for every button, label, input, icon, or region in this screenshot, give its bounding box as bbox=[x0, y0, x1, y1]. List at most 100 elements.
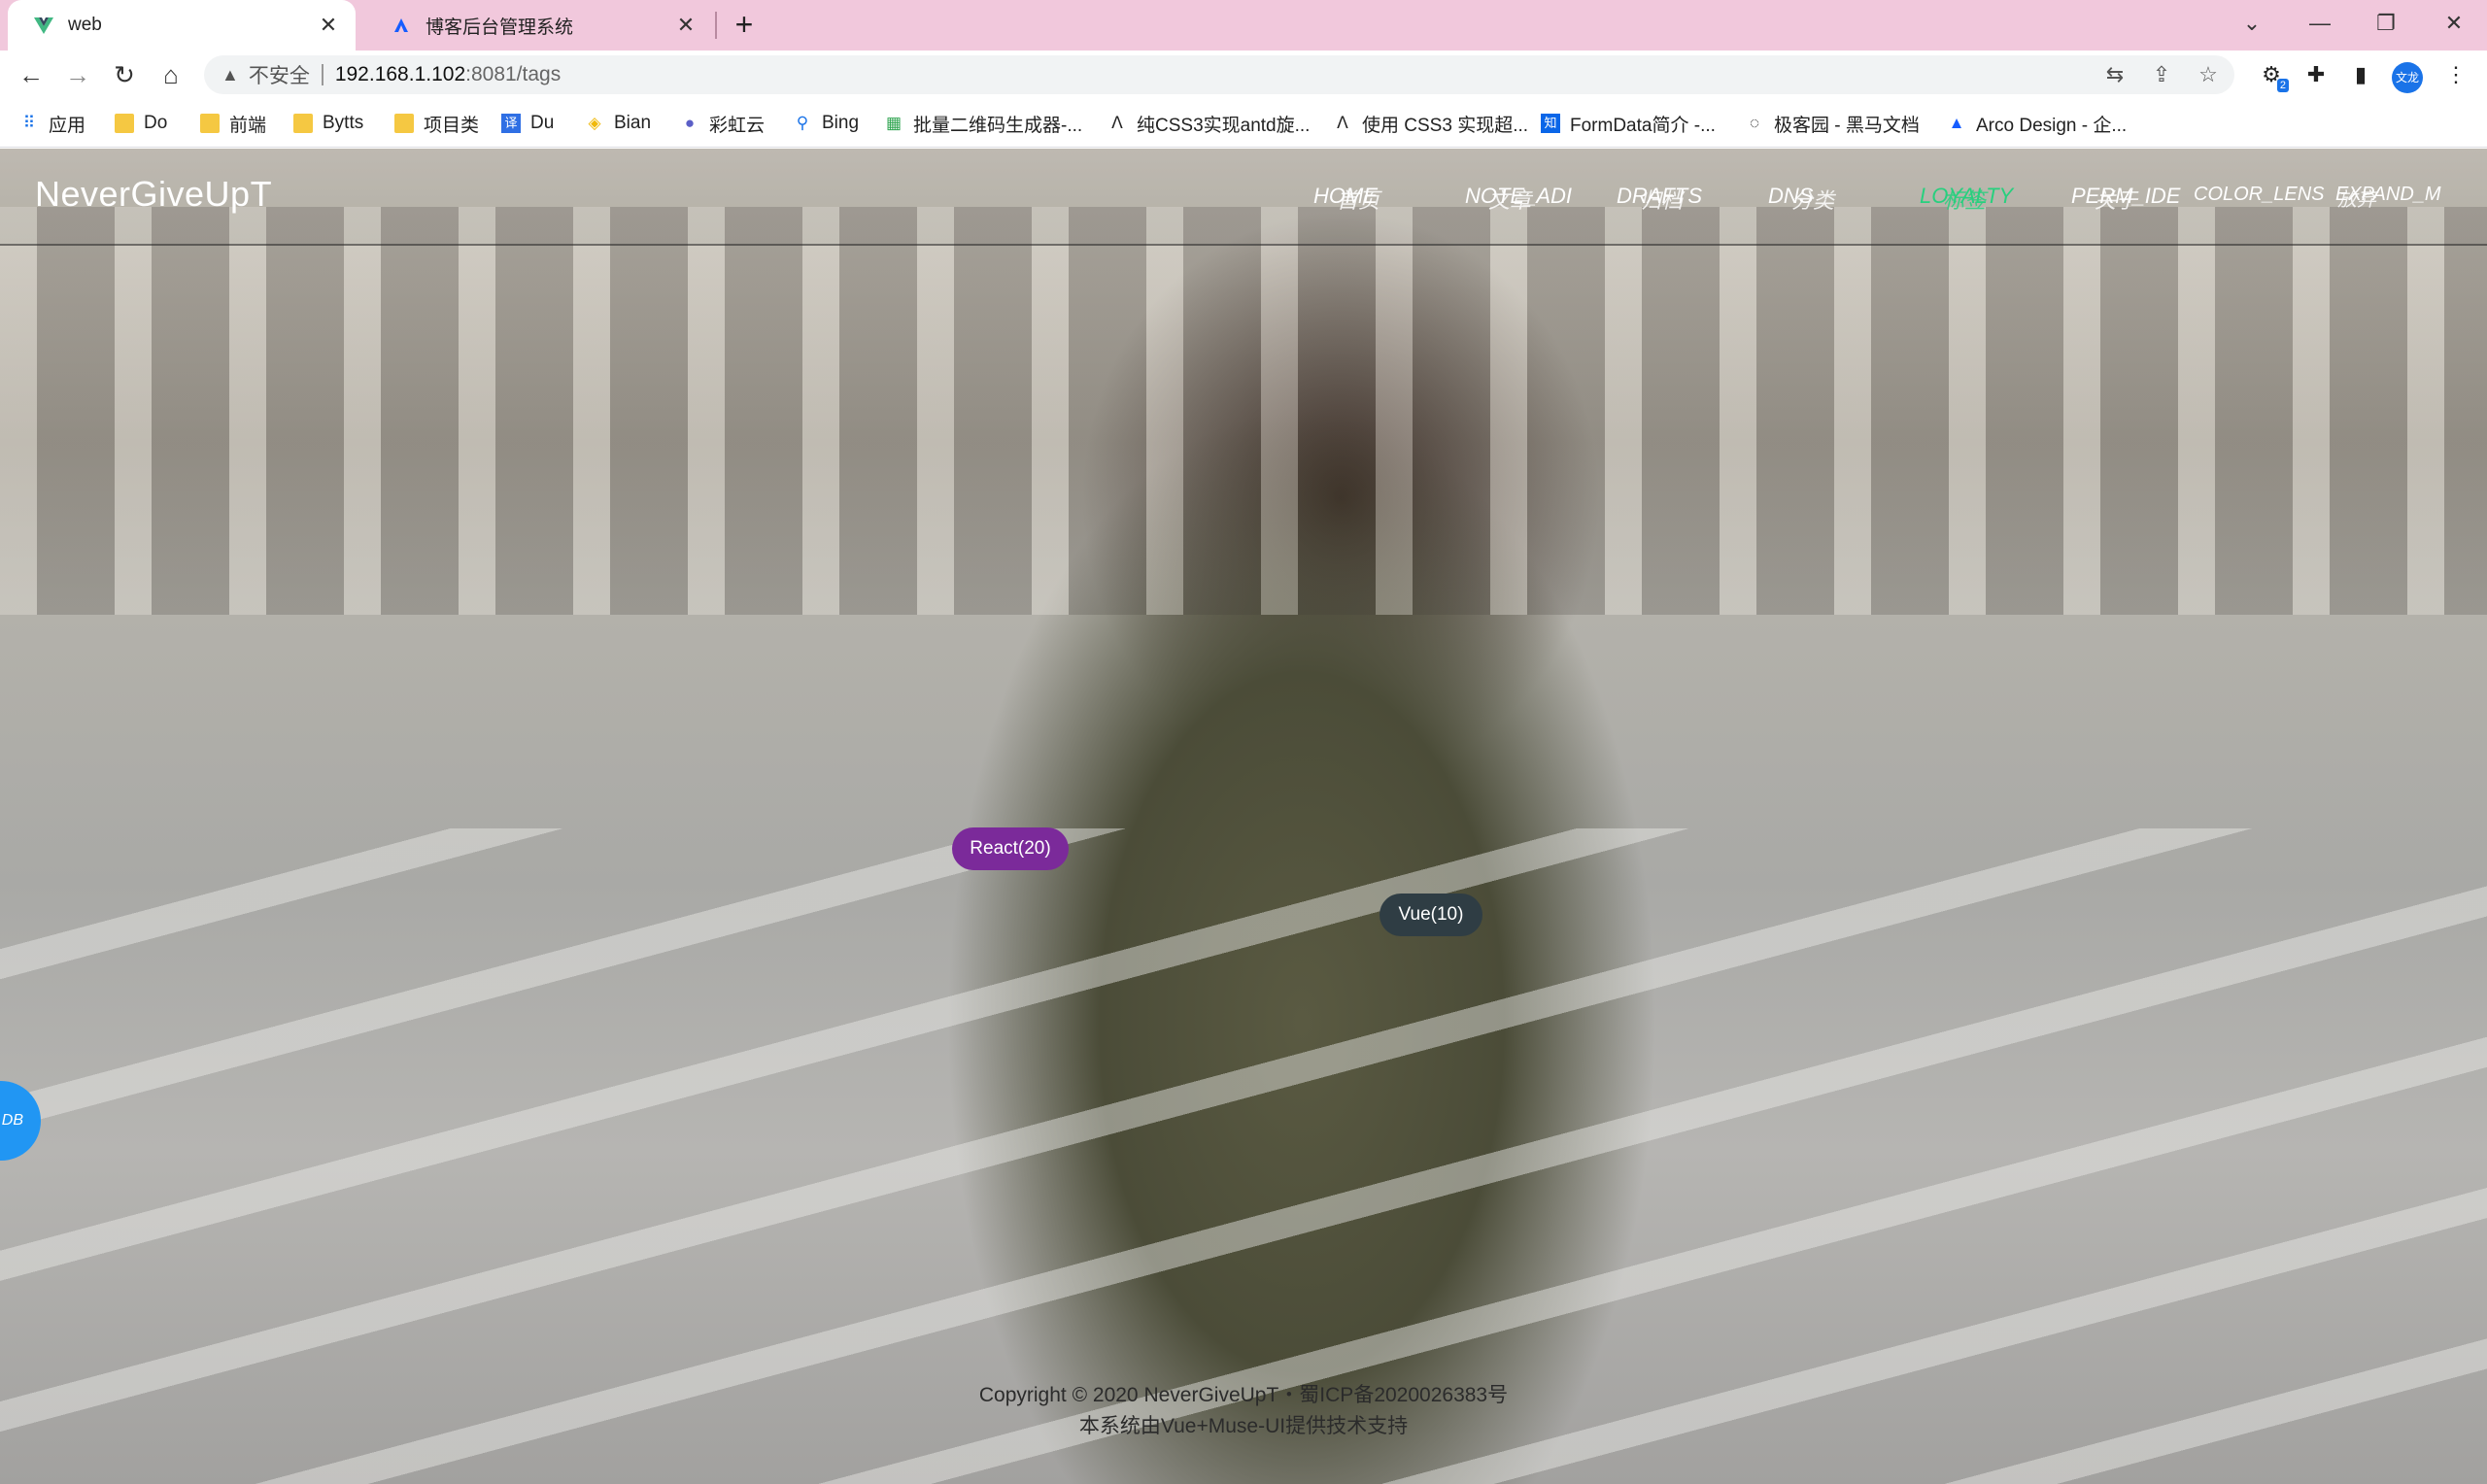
arco-logo-icon: ▲ bbox=[1948, 114, 1965, 132]
bookmark-label: 应用 bbox=[49, 115, 86, 136]
menu-icon[interactable]: ⋮ bbox=[2440, 59, 2471, 90]
folder-icon bbox=[394, 114, 414, 133]
bookmark-item[interactable]: ● 彩虹云 bbox=[680, 111, 765, 136]
nav-overlay: 标签 bbox=[1943, 188, 1987, 213]
browser-toolbar: ← → ↻ ⌂ ▲ 不安全 192.168.1.102 :8081/tags ⇆… bbox=[0, 51, 2487, 99]
bookmark-item[interactable]: 译 Du bbox=[501, 111, 554, 136]
address-bar[interactable]: ▲ 不安全 192.168.1.102 :8081/tags bbox=[204, 55, 2234, 94]
cloud-icon: ● bbox=[684, 114, 696, 132]
home-icon[interactable]: ⌂ bbox=[153, 57, 188, 92]
site-brand[interactable]: NeverGiveUpT bbox=[35, 174, 272, 215]
bookmark-label: FormData简介 -... bbox=[1570, 115, 1716, 136]
share-icon[interactable]: ⇪ bbox=[2145, 58, 2178, 91]
nav-item-categories[interactable]: DNS 分类 bbox=[1768, 184, 1834, 213]
bookmark-label: 彩虹云 bbox=[709, 115, 766, 136]
bookmark-folder[interactable]: 项目类 bbox=[394, 111, 479, 136]
bookmark-item[interactable]: ▲ Arco Design - 企... bbox=[1947, 111, 2128, 136]
tab-title: web bbox=[68, 15, 102, 35]
folder-icon bbox=[200, 114, 220, 133]
footer-powered-by: 本系统由Vue+Muse-UI提供技术支持 bbox=[1078, 1415, 1409, 1437]
bookmark-item[interactable]: 知 FormData简介 -... bbox=[1541, 111, 1716, 136]
translate-icon[interactable]: ⇆ bbox=[2098, 58, 2131, 91]
bookmark-label: 纯CSS3实现antd旋... bbox=[1137, 115, 1311, 136]
bookmark-item[interactable]: ▦ 批量二维码生成器-... bbox=[884, 111, 1082, 136]
nav-overlay: 分类 bbox=[1791, 188, 1835, 213]
nav-item-tags[interactable]: LOYALTY 标签 bbox=[1920, 184, 2013, 213]
footer-copyright: Copyright © 2020 NeverGiveUpT・蜀ICP备20200… bbox=[978, 1384, 1509, 1406]
nav-label: COLOR_LENS bbox=[2194, 184, 2325, 205]
bookmark-folder[interactable]: Bytts bbox=[293, 111, 363, 136]
nav-overlay: 放弃 bbox=[2337, 189, 2376, 211]
bookmark-item[interactable]: ⚲ Bing bbox=[793, 111, 859, 136]
bookmark-item[interactable]: ◌ 极客园 - 黑马文档 bbox=[1745, 111, 1920, 136]
bookmark-label: Du bbox=[530, 113, 555, 133]
puzzle-icon[interactable]: ✚ bbox=[2300, 59, 2332, 90]
nav-item-home[interactable]: HOME 首页 bbox=[1313, 184, 1380, 213]
nav-overlay: 关于 bbox=[2095, 188, 2138, 213]
zhihu-icon: 知 bbox=[1541, 114, 1560, 133]
bookmark-item[interactable]: ⠿ 应用 bbox=[19, 111, 85, 136]
reload-icon[interactable]: ↻ bbox=[107, 57, 142, 92]
background-photo bbox=[0, 207, 2487, 615]
close-icon[interactable]: ✕ bbox=[317, 14, 340, 37]
geek-icon: ◌ bbox=[1749, 114, 1760, 132]
tab-web[interactable]: web ✕ bbox=[8, 0, 356, 51]
back-icon[interactable]: ← bbox=[14, 57, 49, 92]
tag-chip-react[interactable]: React(20) bbox=[952, 827, 1069, 870]
apps-grid-icon: ⠿ bbox=[22, 114, 36, 132]
close-icon[interactable]: ✕ bbox=[674, 14, 698, 37]
nav-item-theme[interactable]: COLOR_LENS bbox=[2194, 184, 2325, 206]
tab-title: 博客后台管理系统 bbox=[426, 17, 574, 38]
bookmark-item[interactable]: ◈ Bian bbox=[585, 111, 651, 136]
nav-item-about[interactable]: PERM_IDE 关于 bbox=[2071, 184, 2180, 213]
arco-logo-icon bbox=[391, 15, 412, 36]
bookmark-label: Do bbox=[144, 113, 168, 133]
warning-icon[interactable]: ▲ bbox=[221, 65, 239, 85]
tab-search-icon[interactable]: ⌄ bbox=[2232, 6, 2271, 41]
tab-admin[interactable]: 博客后台管理系统 ✕ bbox=[365, 0, 713, 51]
address-divider bbox=[321, 64, 324, 85]
juejin-icon: ꓥ bbox=[1337, 114, 1348, 132]
folder-icon bbox=[115, 114, 134, 133]
bookmark-folder[interactable]: Do bbox=[115, 111, 167, 136]
close-window-button[interactable]: ✕ bbox=[2435, 6, 2473, 41]
restore-button[interactable]: ❐ bbox=[2367, 6, 2405, 41]
bookmark-folder[interactable]: 前端 bbox=[200, 111, 266, 136]
minimize-button[interactable]: — bbox=[2300, 6, 2339, 41]
bookmark-label: Bing bbox=[822, 113, 860, 133]
url-host: 192.168.1.102 bbox=[334, 63, 466, 85]
nav-overlay: 文章 bbox=[1488, 188, 1532, 213]
security-label: 不安全 bbox=[248, 65, 310, 87]
bookmark-label: Bian bbox=[614, 113, 652, 133]
site-footer: Copyright © 2020 NeverGiveUpT・蜀ICP备20200… bbox=[0, 1380, 2487, 1442]
translate-icon: 译 bbox=[501, 114, 521, 133]
forward-icon[interactable]: → bbox=[60, 57, 95, 92]
side-panel-icon[interactable]: ▮ bbox=[2345, 59, 2376, 90]
juejin-icon: ꓥ bbox=[1111, 114, 1123, 132]
extension-badge: 2 bbox=[2276, 79, 2289, 92]
bookmark-label: 极客园 - 黑马文档 bbox=[1774, 115, 1920, 136]
avatar[interactable]: 文龙 bbox=[2392, 62, 2423, 93]
page-viewport: NeverGiveUpT HOME 首页 NOTE_ADI 文章 DRAFTS 归档 … bbox=[0, 149, 2487, 1484]
binance-icon: ◈ bbox=[588, 114, 601, 132]
bookmark-label: Bytts bbox=[323, 113, 364, 133]
nav-item-archive[interactable]: DRAFTS 归档 bbox=[1617, 184, 1702, 213]
bookmark-item[interactable]: ꓥ 使用 CSS3 实现超... bbox=[1333, 111, 1528, 136]
bookmarks-bar: ⠿ 应用 Do 前端 Bytts 项目类 译 Du ◈ Bian ● 彩虹云 ⚲ Bing… bbox=[0, 99, 2487, 148]
bookmark-label: 使用 CSS3 实现超... bbox=[1362, 115, 1529, 136]
site-header: NeverGiveUpT HOME 首页 NOTE_ADI 文章 DRAFTS 归档 … bbox=[0, 149, 2487, 246]
bookmark-item[interactable]: ꓥ 纯CSS3实现antd旋... bbox=[1107, 111, 1310, 136]
tag-chip-vue[interactable]: Vue(10) bbox=[1380, 894, 1482, 936]
bookmark-label: 前端 bbox=[229, 115, 267, 136]
extension-icon[interactable]: ⚙ 2 bbox=[2256, 59, 2289, 92]
vue-logo-icon bbox=[33, 15, 54, 36]
bookmark-label: Arco Design - 企... bbox=[1976, 115, 2128, 136]
nav-item-expand[interactable]: EXPAND_M 放弃 bbox=[2335, 184, 2441, 211]
nav-item-articles[interactable]: NOTE_ADI 文章 bbox=[1465, 184, 1572, 213]
folder-icon bbox=[293, 114, 313, 133]
bookmark-label: 项目类 bbox=[424, 115, 480, 136]
new-tab-button[interactable]: + bbox=[727, 8, 762, 43]
url-path: :8081/tags bbox=[465, 63, 562, 85]
qrcode-icon: ▦ bbox=[885, 114, 903, 132]
bookmark-star-icon[interactable]: ☆ bbox=[2192, 58, 2225, 91]
